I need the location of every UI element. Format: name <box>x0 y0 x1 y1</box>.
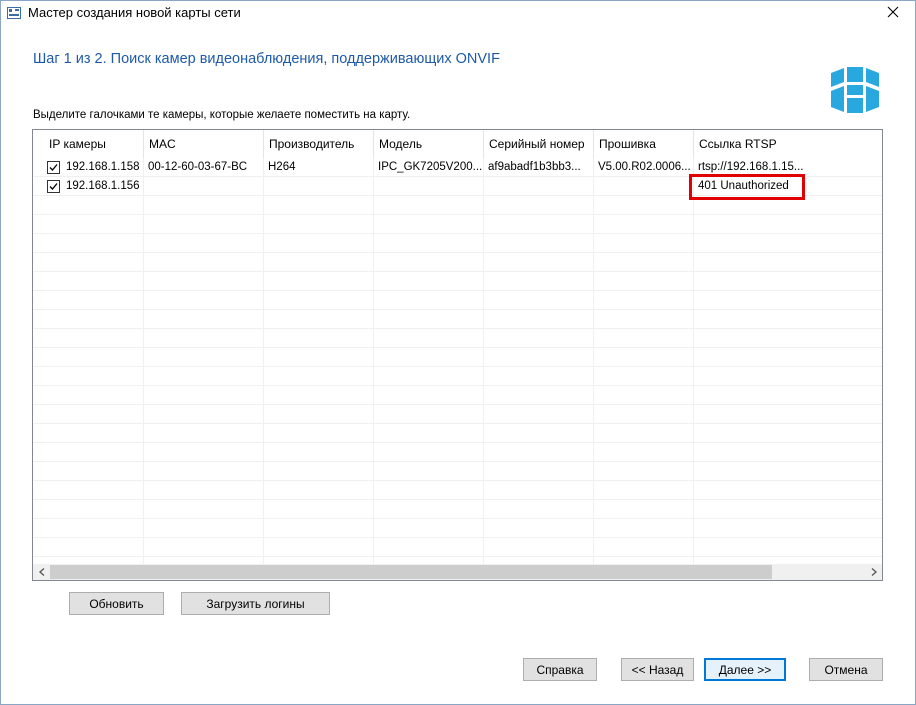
scroll-left-button[interactable] <box>33 564 50 580</box>
row-divider <box>33 442 882 443</box>
column-header-firmware[interactable]: Прошивка <box>593 130 693 158</box>
cell-mac: 00-12-60-03-67-BC <box>148 161 248 173</box>
refresh-button[interactable]: Обновить <box>69 592 164 615</box>
back-button[interactable]: << Назад <box>621 658 694 681</box>
instruction-text: Выделите галочками те камеры, которые же… <box>33 109 411 121</box>
row-divider <box>33 366 882 367</box>
row-divider <box>33 499 882 500</box>
load-logins-button[interactable]: Загрузить логины <box>181 592 330 615</box>
row-checkbox[interactable] <box>47 161 60 174</box>
cancel-button[interactable]: Отмена <box>809 658 883 681</box>
row-divider <box>33 385 882 386</box>
row-divider <box>33 214 882 215</box>
app-logo <box>830 67 880 113</box>
cell-firmware: V5.00.R02.0006... <box>598 161 691 173</box>
scroll-right-button[interactable] <box>865 564 882 580</box>
cell-ip: 192.168.1.158 <box>66 161 140 173</box>
row-divider <box>33 347 882 348</box>
cell-mac <box>143 177 263 196</box>
cell-serial: af9abadf1b3bb3... <box>488 161 581 173</box>
row-divider <box>33 404 882 405</box>
cell-manufacturer: H264 <box>268 161 296 173</box>
chevron-left-icon <box>38 565 45 579</box>
row-divider <box>33 556 882 557</box>
error-highlight-box <box>689 174 805 200</box>
close-icon <box>887 6 899 21</box>
column-header-mac[interactable]: MAC <box>143 130 263 158</box>
row-divider <box>33 309 882 310</box>
column-header-serial[interactable]: Серийный номер <box>483 130 593 158</box>
row-divider <box>33 328 882 329</box>
column-header-ip[interactable]: IP камеры <box>43 130 143 158</box>
row-divider <box>33 518 882 519</box>
row-divider <box>33 233 882 234</box>
row-divider <box>33 423 882 424</box>
row-divider <box>33 480 882 481</box>
row-checkbox[interactable] <box>47 180 60 193</box>
close-button[interactable] <box>871 1 915 25</box>
row-divider <box>33 461 882 462</box>
wizard-window: Мастер создания новой карты сети Шаг 1 и… <box>0 0 916 705</box>
row-divider <box>33 537 882 538</box>
row-divider <box>33 271 882 272</box>
cell-serial <box>483 177 593 196</box>
row-divider <box>33 252 882 253</box>
chevron-right-icon <box>871 565 877 579</box>
cell-firmware <box>593 177 693 196</box>
cell-ip: 192.168.1.156 <box>66 180 140 192</box>
column-header-manufacturer[interactable]: Производитель <box>263 130 373 158</box>
cell-model: IPC_GK7205V200... <box>378 161 483 173</box>
camera-list[interactable]: IP камеры MAC Производитель Модель Серий… <box>32 129 883 581</box>
next-button[interactable]: Далее >> <box>704 658 786 681</box>
cell-model <box>373 177 483 196</box>
camera-grid: IP камеры MAC Производитель Модель Серий… <box>33 130 882 564</box>
scrollbar-thumb[interactable] <box>50 565 772 579</box>
title-bar[interactable]: Мастер создания новой карты сети <box>1 1 915 25</box>
window-title: Мастер создания новой карты сети <box>28 5 241 20</box>
column-header-model[interactable]: Модель <box>373 130 483 158</box>
column-header-rtsp[interactable]: Ссылка RTSP <box>693 130 882 158</box>
network-map-icon <box>7 6 21 20</box>
help-button[interactable]: Справка <box>523 658 597 681</box>
step-title: Шаг 1 из 2. Поиск камер видеонаблюдения,… <box>33 51 500 67</box>
horizontal-scrollbar[interactable] <box>33 564 882 580</box>
cell-manufacturer <box>263 177 373 196</box>
row-divider <box>33 290 882 291</box>
